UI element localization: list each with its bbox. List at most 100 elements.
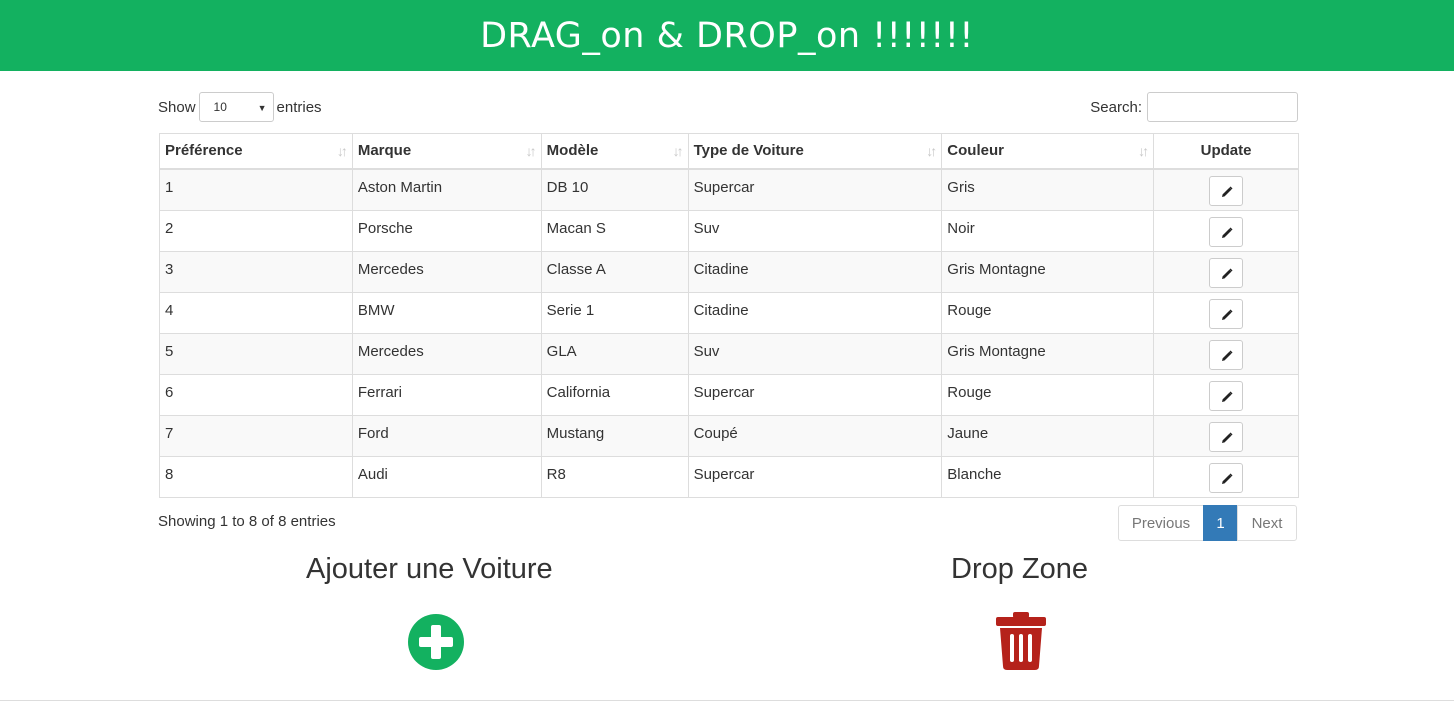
sort-icon: ↓↑ [926, 143, 937, 159]
table-row[interactable]: 3 Mercedes Classe A Citadine Gris Montagne [159, 250, 1299, 293]
table-row[interactable]: 7 Ford Mustang Coupé Jaune [159, 414, 1299, 457]
pencil-icon [1222, 267, 1233, 279]
page-1-button[interactable]: 1 [1203, 505, 1238, 541]
table-row[interactable]: 2 Porsche Macan S Suv Noir [159, 209, 1299, 252]
table-cell: Supercar [687, 168, 943, 211]
edit-button[interactable] [1209, 175, 1244, 206]
sort-icon: ↓↑ [336, 143, 348, 159]
table-header-row: Préférence ↓↑ Marque ↓↑ Modèle ↓↑ Type de V… [159, 133, 1299, 170]
table-cell: 1 [159, 168, 353, 211]
update-cell [1153, 373, 1299, 416]
table-cell: Supercar [687, 455, 943, 498]
table-cell: Rouge [941, 373, 1155, 416]
table-cell: DB 10 [540, 168, 689, 211]
length-suffix: entries [276, 98, 322, 116]
table-cell: Supercar [687, 373, 943, 416]
sort-icon: ↓↑ [672, 143, 684, 159]
table-cell: 6 [159, 373, 353, 416]
entries-select[interactable]: 10 ▼ [198, 92, 274, 122]
edit-button[interactable] [1209, 257, 1244, 288]
column-header-modele[interactable]: Modèle ↓↑ [540, 133, 689, 170]
update-cell [1153, 209, 1299, 252]
pencil-icon [1222, 185, 1233, 197]
add-car-title: Ajouter une Voiture [306, 553, 553, 585]
drop-zone-title: Drop Zone [951, 553, 1089, 585]
sort-icon: ↓↑ [525, 143, 537, 159]
table-cell: Mustang [540, 414, 689, 457]
table-cell: GLA [540, 332, 689, 375]
table-cell: Macan S [540, 209, 689, 252]
table-cell: Blanche [941, 455, 1155, 498]
page-header: DRAG_on & DROP_on !!!!!!! [0, 0, 1454, 71]
pencil-icon [1222, 431, 1233, 443]
table-cell: Ford [351, 414, 542, 457]
column-header-marque[interactable]: Marque ↓↑ [351, 133, 542, 170]
pencil-icon [1222, 472, 1233, 484]
pencil-icon [1222, 390, 1233, 402]
table-row[interactable]: 4 BMW Serie 1 Citadine Rouge [159, 291, 1299, 334]
table-cell: Rouge [941, 291, 1155, 334]
footer-divider [0, 700, 1454, 701]
edit-button[interactable] [1209, 216, 1244, 247]
edit-button[interactable] [1209, 298, 1244, 329]
table-cell: Porsche [351, 209, 542, 252]
update-cell [1153, 414, 1299, 457]
table-cell: Mercedes [351, 250, 542, 293]
previous-page-button[interactable]: Previous [1118, 505, 1204, 541]
table-row[interactable]: 1 Aston Martin DB 10 Supercar Gris [159, 168, 1299, 211]
table-cell: Citadine [687, 250, 943, 293]
length-prefix: Show [158, 98, 196, 116]
table-cell: Jaune [941, 414, 1155, 457]
table-cell: 2 [159, 209, 353, 252]
next-page-button[interactable]: Next [1237, 505, 1297, 541]
table-cell: Coupé [687, 414, 943, 457]
search-box: Search: [1090, 92, 1298, 122]
table-cell: Serie 1 [540, 291, 689, 334]
table-cell: Noir [941, 209, 1155, 252]
table-cell: Aston Martin [351, 168, 542, 211]
edit-button[interactable] [1209, 339, 1244, 370]
plus-circle-icon[interactable] [408, 614, 464, 670]
table-cell: Gris Montagne [941, 250, 1155, 293]
pencil-icon [1222, 308, 1233, 320]
column-header-preference[interactable]: Préférence ↓↑ [159, 133, 353, 170]
table-cell: BMW [351, 291, 542, 334]
update-cell [1153, 332, 1299, 375]
table-cell: Gris Montagne [941, 332, 1155, 375]
column-header-couleur[interactable]: Couleur ↓↑ [941, 133, 1155, 170]
edit-button[interactable] [1209, 421, 1244, 452]
cars-table: Préférence ↓↑ Marque ↓↑ Modèle ↓↑ Type de V… [159, 133, 1299, 498]
search-label: Search: [1090, 98, 1142, 116]
table-row[interactable]: 5 Mercedes GLA Suv Gris Montagne [159, 332, 1299, 375]
table-cell: Classe A [540, 250, 689, 293]
column-header-update: Update [1153, 133, 1299, 170]
entries-select-value: 10 [213, 100, 227, 114]
page-title: DRAG_on & DROP_on !!!!!!! [480, 15, 974, 56]
update-cell [1153, 291, 1299, 334]
table-cell: 5 [159, 332, 353, 375]
trash-icon[interactable] [996, 612, 1046, 670]
table-row[interactable]: 6 Ferrari California Supercar Rouge [159, 373, 1299, 416]
edit-button[interactable] [1209, 462, 1244, 493]
update-cell [1153, 250, 1299, 293]
table-cell: Audi [351, 455, 542, 498]
column-header-type[interactable]: Type de Voiture ↓↑ [687, 133, 943, 170]
table-cell: California [540, 373, 689, 416]
table-cell: 8 [159, 455, 353, 498]
table-cell: 4 [159, 291, 353, 334]
table-cell: Suv [687, 209, 943, 252]
update-cell [1153, 168, 1299, 211]
table-info: Showing 1 to 8 of 8 entries [158, 513, 336, 530]
length-menu: Show 10 ▼ entries [158, 92, 322, 122]
search-input[interactable] [1147, 92, 1298, 122]
pencil-icon [1222, 349, 1233, 361]
pagination: Previous 1 Next [1118, 505, 1297, 541]
table-row[interactable]: 8 Audi R8 Supercar Blanche [159, 455, 1299, 498]
table-cell: Citadine [687, 291, 943, 334]
table-cell: Ferrari [351, 373, 542, 416]
update-cell [1153, 455, 1299, 498]
edit-button[interactable] [1209, 380, 1244, 411]
table-cell: R8 [540, 455, 689, 498]
table-cell: 3 [159, 250, 353, 293]
table-cell: Suv [687, 332, 943, 375]
